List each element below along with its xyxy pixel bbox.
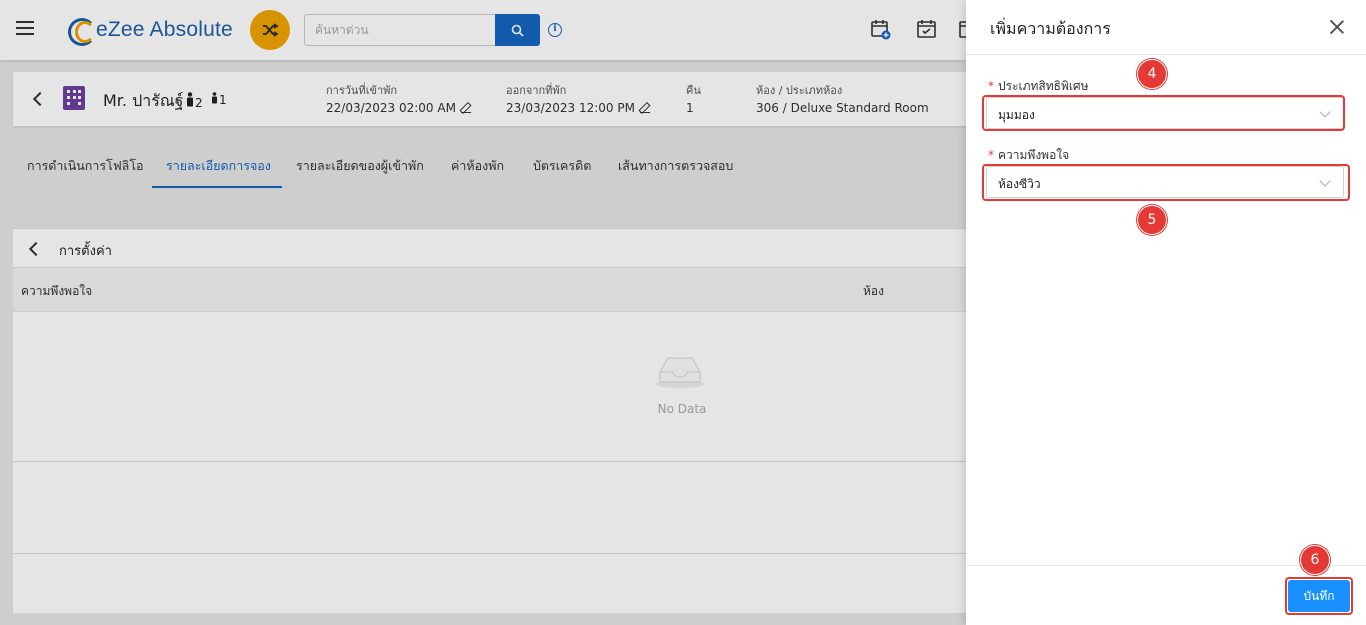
- close-icon[interactable]: [1330, 20, 1344, 34]
- drawer-title: เพิ่มความต้องการ: [990, 19, 1111, 38]
- add-requirement-drawer: เพิ่มความต้องการ * ประเภทสิทธิพิเศษ มุมมอ…: [966, 0, 1366, 625]
- preference-label: * ความพึงพอใจ: [988, 148, 1070, 162]
- modal-backdrop[interactable]: [0, 0, 966, 625]
- save-button[interactable]: บันทึก: [1288, 580, 1350, 612]
- highlight-box-preference: [982, 164, 1350, 201]
- step-badge-5: 5: [1137, 205, 1167, 235]
- drawer-header: เพิ่มความต้องการ: [966, 0, 1366, 55]
- highlight-box-privilege: [982, 95, 1345, 131]
- step-badge-6: 6: [1300, 545, 1330, 575]
- privilege-type-label: * ประเภทสิทธิพิเศษ: [988, 79, 1089, 93]
- step-badge-4: 4: [1137, 59, 1167, 89]
